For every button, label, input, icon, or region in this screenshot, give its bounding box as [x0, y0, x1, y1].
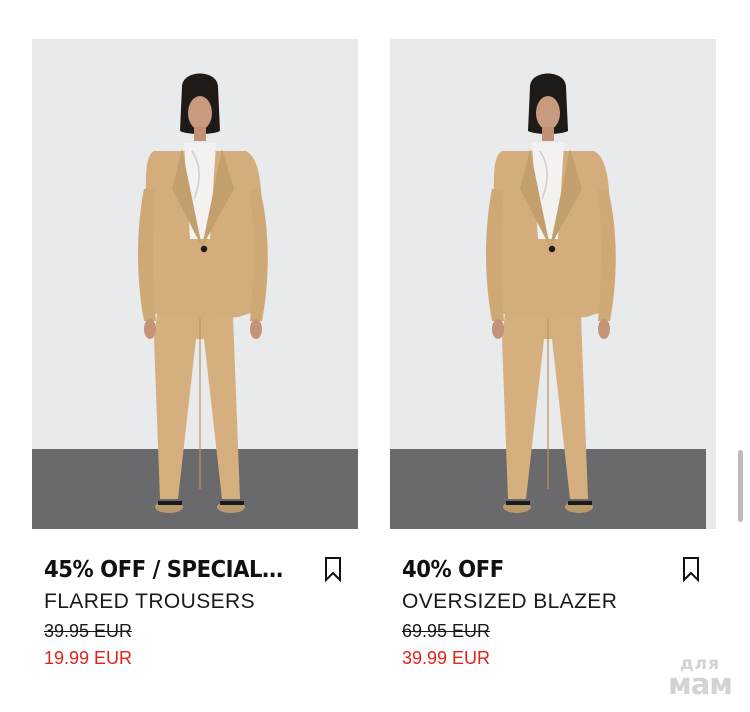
- product-card[interactable]: 40% OFF OVERSIZED BLAZER 69.95 EUR 39.99…: [390, 39, 716, 672]
- watermark-logo: для мам: [662, 656, 738, 699]
- model-photo: [32, 39, 358, 529]
- product-name[interactable]: OVERSIZED BLAZER: [402, 588, 716, 616]
- scrollbar[interactable]: [738, 450, 743, 522]
- product-info: 45% OFF / SPECIAL PRICES FLARED TROUSERS…: [32, 529, 358, 672]
- product-info: 40% OFF OVERSIZED BLAZER 69.95 EUR 39.99…: [390, 529, 716, 672]
- product-image[interactable]: [32, 39, 358, 529]
- promo-label: 40% OFF: [402, 557, 504, 583]
- original-price: 39.95 EUR: [44, 621, 133, 641]
- bookmark-icon[interactable]: [682, 556, 700, 582]
- bookmark-icon[interactable]: [324, 556, 342, 582]
- product-grid: 45% OFF / SPECIAL PRICES FLARED TROUSERS…: [0, 0, 750, 712]
- model-photo: [390, 39, 716, 529]
- original-price: 69.95 EUR: [402, 621, 491, 641]
- product-name[interactable]: FLARED TROUSERS: [44, 588, 358, 616]
- product-card[interactable]: 45% OFF / SPECIAL PRICES FLARED TROUSERS…: [32, 39, 358, 672]
- sale-price: 19.99 EUR: [44, 648, 133, 668]
- watermark-line-2: мам: [668, 667, 733, 701]
- product-image[interactable]: [390, 39, 716, 529]
- promo-label: 45% OFF / SPECIAL PRICES: [44, 557, 284, 583]
